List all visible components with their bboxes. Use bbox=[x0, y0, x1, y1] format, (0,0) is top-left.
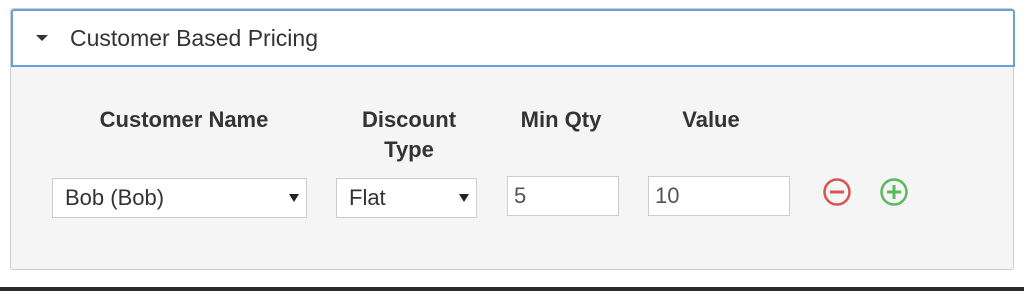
header-customer-name: Customer Name bbox=[99, 107, 269, 132]
add-row-button[interactable] bbox=[879, 177, 909, 207]
caret-down-icon bbox=[36, 35, 48, 41]
remove-row-button[interactable] bbox=[822, 177, 852, 207]
panel-title: Customer Based Pricing bbox=[70, 24, 318, 51]
min-qty-input[interactable]: 5 bbox=[507, 176, 619, 216]
header-min-qty: Min Qty bbox=[520, 107, 602, 132]
dropdown-arrow-icon bbox=[459, 194, 469, 202]
minus-circle-icon bbox=[823, 178, 851, 206]
customer-pricing-panel: Customer Based Pricing Customer Name Dis… bbox=[10, 8, 1015, 271]
header-value: Value bbox=[682, 107, 740, 132]
customer-select-value: Bob (Bob) bbox=[65, 185, 165, 210]
value-input[interactable]: 10 bbox=[648, 176, 790, 216]
value-input-value: 10 bbox=[655, 183, 680, 208]
discount-type-select-value: Flat bbox=[349, 185, 386, 210]
dropdown-arrow-icon bbox=[289, 194, 299, 202]
header-discount-type: Discount Type bbox=[329, 105, 489, 165]
header-discount-type-line2: Type bbox=[384, 137, 434, 162]
discount-type-select[interactable]: Flat bbox=[336, 178, 477, 218]
panel-header-toggle[interactable]: Customer Based Pricing bbox=[11, 9, 1015, 67]
page: Customer Based Pricing Customer Name Dis… bbox=[0, 0, 1024, 291]
panel-body: Customer Name Discount Type Min Qty Valu… bbox=[11, 67, 1015, 271]
header-discount-type-line1: Discount bbox=[361, 107, 457, 132]
bottom-border bbox=[0, 287, 1024, 291]
customer-select[interactable]: Bob (Bob) bbox=[52, 178, 307, 218]
min-qty-input-value: 5 bbox=[514, 183, 527, 208]
plus-circle-icon bbox=[880, 178, 908, 206]
